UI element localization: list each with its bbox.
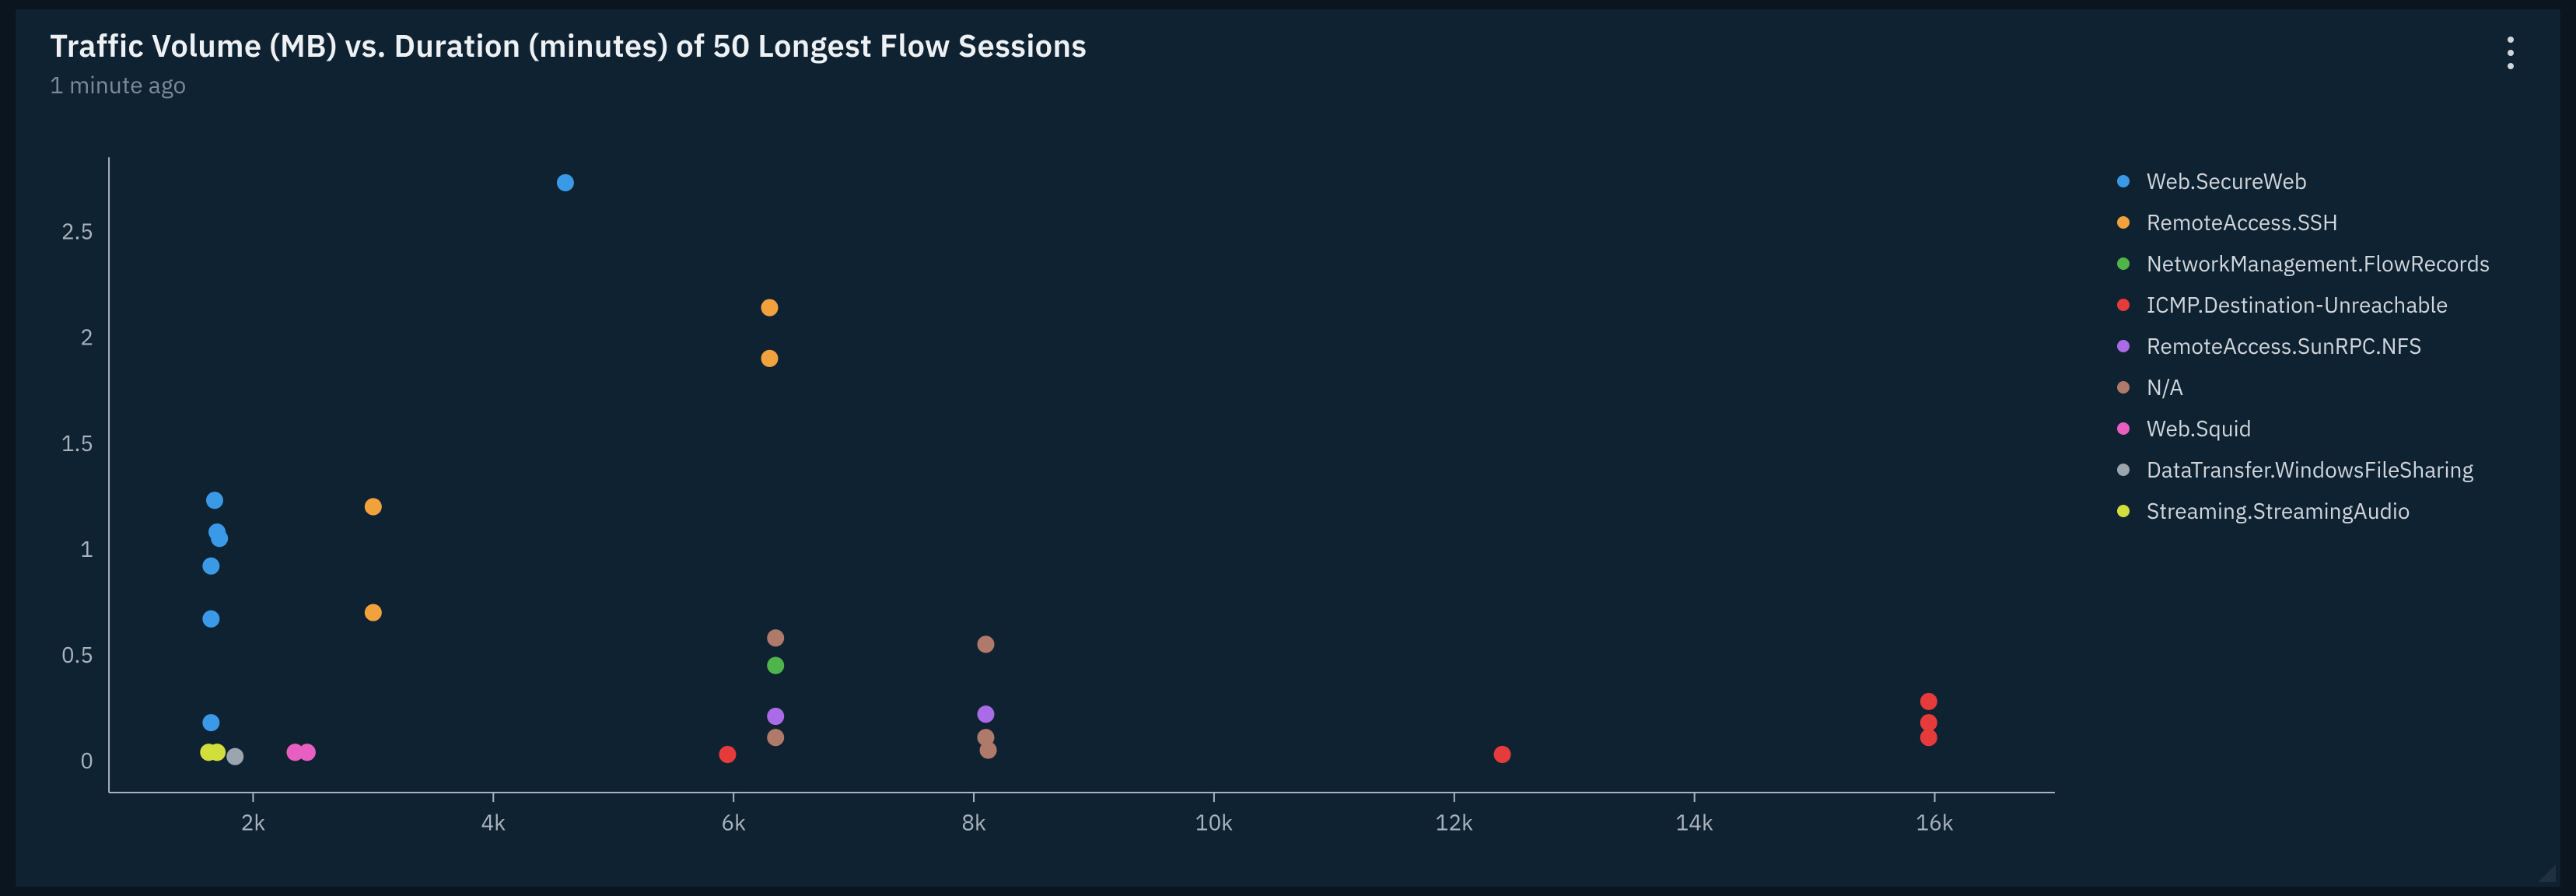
y-tick-label: 0.5	[61, 640, 93, 669]
legend-label: Streaming.StreamingAudio	[2147, 496, 2410, 525]
data-point[interactable]	[977, 705, 994, 723]
legend-swatch	[2117, 257, 2130, 270]
legend-item[interactable]: DataTransfer.WindowsFileSharing	[2117, 449, 2545, 490]
legend-label: NetworkManagement.FlowRecords	[2147, 249, 2490, 278]
legend-item[interactable]: RemoteAccess.SSH	[2117, 201, 2545, 243]
legend-item[interactable]: NetworkManagement.FlowRecords	[2117, 243, 2545, 284]
legend-swatch	[2117, 464, 2130, 476]
data-point[interactable]	[767, 729, 784, 746]
legend-label: ICMP.Destination-Unreachable	[2147, 290, 2448, 319]
y-tick-label: 1.5	[61, 429, 93, 457]
legend-item[interactable]: RemoteAccess.SunRPC.NFS	[2117, 325, 2545, 366]
data-point[interactable]	[211, 530, 228, 547]
data-point[interactable]	[1920, 693, 1937, 710]
data-point[interactable]	[761, 350, 778, 367]
data-point[interactable]	[365, 498, 382, 515]
scatter-points	[200, 174, 1937, 765]
data-point[interactable]	[226, 748, 243, 765]
x-axis: 2k 4k 6k 8k 10k 12k 14k 16k	[109, 793, 2055, 836]
legend-item[interactable]: Web.SecureWeb	[2117, 160, 2545, 201]
x-tick-label: 6k	[721, 807, 746, 836]
x-tick-label: 4k	[481, 807, 506, 836]
data-point[interactable]	[202, 558, 219, 575]
x-tick-label: 16k	[1916, 807, 1954, 836]
data-point[interactable]	[1920, 714, 1937, 731]
data-point[interactable]	[206, 492, 223, 509]
panel-titles: Traffic Volume (MB) vs. Duration (minute…	[50, 25, 1087, 100]
data-point[interactable]	[202, 714, 219, 731]
legend-label: RemoteAccess.SSH	[2147, 208, 2338, 236]
legend-label: N/A	[2147, 373, 2183, 401]
x-tick-label: 14k	[1675, 807, 1713, 836]
legend-swatch	[2117, 299, 2130, 311]
panel-menu-button[interactable]	[2492, 30, 2529, 76]
data-point[interactable]	[767, 629, 784, 646]
y-tick-label: 2	[80, 323, 93, 352]
data-point[interactable]	[767, 708, 784, 725]
legend-label: DataTransfer.WindowsFileSharing	[2147, 455, 2473, 484]
y-axis: 0 0.5 1 1.5 2 2.5	[61, 157, 109, 793]
legend: Web.SecureWeb RemoteAccess.SSH NetworkMana…	[2102, 134, 2560, 887]
legend-swatch	[2117, 505, 2130, 517]
x-tick-label: 2k	[241, 807, 266, 836]
legend-label: Web.SecureWeb	[2147, 166, 2307, 195]
data-point[interactable]	[761, 299, 778, 316]
data-point[interactable]	[1494, 746, 1511, 763]
data-point[interactable]	[299, 744, 316, 761]
legend-swatch	[2117, 340, 2130, 352]
data-point[interactable]	[208, 744, 226, 761]
legend-swatch	[2117, 381, 2130, 394]
data-point[interactable]	[977, 635, 994, 653]
data-point[interactable]	[365, 604, 382, 621]
y-tick-label: 1	[80, 534, 93, 563]
data-point[interactable]	[1920, 729, 1937, 746]
legend-label: Web.Squid	[2147, 414, 2252, 443]
legend-item[interactable]: Web.Squid	[2117, 408, 2545, 449]
legend-item[interactable]: ICMP.Destination-Unreachable	[2117, 284, 2545, 325]
chart-panel: Traffic Volume (MB) vs. Duration (minute…	[16, 9, 2560, 887]
chart-row: 0 0.5 1 1.5 2 2.5 2k 4k 6k 8k 10k 12k 14k 16k Web.Se…	[16, 134, 2560, 887]
data-point[interactable]	[557, 174, 574, 191]
legend-label: RemoteAccess.SunRPC.NFS	[2147, 331, 2422, 360]
x-tick-label: 8k	[961, 807, 986, 836]
scatter-plot[interactable]: 0 0.5 1 1.5 2 2.5 2k 4k 6k 8k 10k 12k 14k 16k	[16, 134, 2102, 887]
legend-swatch	[2117, 422, 2130, 435]
legend-swatch	[2117, 216, 2130, 229]
legend-swatch	[2117, 175, 2130, 187]
legend-item[interactable]: N/A	[2117, 366, 2545, 408]
x-tick-label: 10k	[1195, 807, 1234, 836]
data-point[interactable]	[767, 657, 784, 674]
data-point[interactable]	[719, 746, 736, 763]
y-tick-label: 2.5	[61, 217, 93, 246]
panel-subtitle: 1 minute ago	[50, 70, 1087, 100]
resize-handle-icon[interactable]	[2532, 859, 2556, 882]
legend-item[interactable]: Streaming.StreamingAudio	[2117, 490, 2545, 531]
panel-title: Traffic Volume (MB) vs. Duration (minute…	[50, 25, 1087, 65]
data-point[interactable]	[202, 611, 219, 628]
y-tick-label: 0	[80, 746, 93, 775]
panel-header: Traffic Volume (MB) vs. Duration (minute…	[16, 9, 2560, 100]
data-point[interactable]	[977, 729, 994, 746]
x-tick-label: 12k	[1436, 807, 1474, 836]
